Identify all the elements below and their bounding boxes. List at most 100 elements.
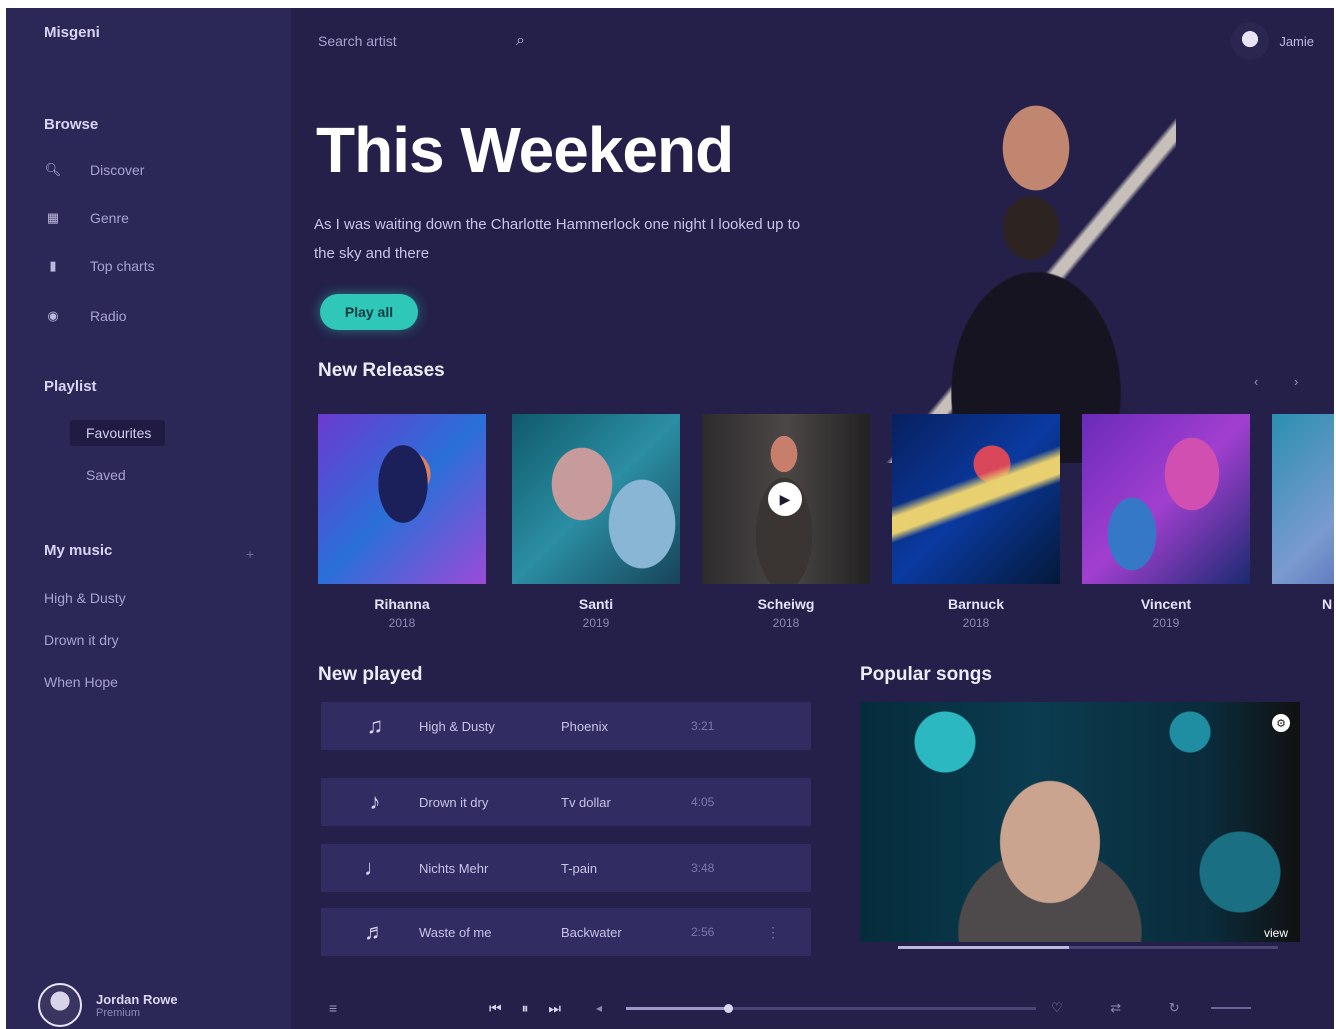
- queue-icon[interactable]: ≡: [329, 1000, 337, 1016]
- track-title: Nichts Mehr: [419, 860, 489, 876]
- album-card[interactable]: ▶ Scheiwg 2018: [702, 414, 870, 630]
- browse-heading: Browse: [44, 116, 99, 133]
- drummer-icon: ♪: [369, 789, 381, 814]
- playlist-item-favourites[interactable]: Favourites: [70, 420, 166, 446]
- mymusic-heading: My music: [44, 542, 113, 559]
- player-extra-icons[interactable]: ♡ ⇄ ↻: [1051, 1000, 1202, 1016]
- mymusic-item[interactable]: Drown it dry: [44, 632, 119, 648]
- track-duration: 3:48: [691, 861, 715, 875]
- album-name: Vincent: [1140, 596, 1192, 612]
- progress-fill: [626, 1003, 733, 1013]
- album-card[interactable]: Rihanna 2018: [318, 414, 486, 630]
- album-name: Rihanna: [374, 596, 430, 612]
- album-year: 2018: [772, 616, 800, 630]
- music-app: Misgeni Browse 🔍︎ Discover ▦ Genre ▮ Top…: [6, 8, 1334, 1029]
- volume-icon[interactable]: ◂: [596, 1001, 602, 1015]
- track-title: Waste of me: [419, 924, 492, 940]
- album-name: N: [1322, 596, 1333, 612]
- sidebar-item-radio[interactable]: ◉ Radio: [44, 304, 127, 328]
- album-card[interactable]: Barnuck 2018: [892, 414, 1060, 630]
- sidebar-item-top-charts[interactable]: ▮ Top charts: [44, 254, 155, 278]
- album-cover: [512, 414, 680, 584]
- album-year: 2019: [582, 616, 610, 630]
- album-cover: [892, 414, 1060, 584]
- profile-name: Jamie: [1279, 33, 1314, 49]
- table-row[interactable]: ♩ Nichts Mehr T-pain 3:48: [321, 844, 811, 892]
- track-artist: Tv dollar: [561, 794, 611, 810]
- player-bar: ≡ ⏮ ⏸ ⏭ ◂ ♡ ⇄ ↻: [291, 987, 1334, 1029]
- progress-knob[interactable]: [723, 1003, 733, 1013]
- track-duration: 4:05: [691, 795, 715, 809]
- app-brand[interactable]: Misgeni: [44, 24, 100, 41]
- grid-icon: ▦: [46, 210, 60, 225]
- sidebar-item-label: Genre: [90, 210, 129, 226]
- popular-progress-bar[interactable]: [898, 946, 1278, 949]
- user-info: Jordan Rowe Premium: [96, 992, 178, 1019]
- sidebar-item-label: Top charts: [90, 258, 155, 274]
- recently-played-title: New played: [318, 664, 423, 685]
- table-row[interactable]: ♫ High & Dusty Phoenix 3:21: [321, 702, 811, 750]
- volume-slider[interactable]: [1211, 1007, 1251, 1009]
- album-year: 2018: [962, 616, 990, 630]
- user-subscription: Premium: [96, 1006, 141, 1019]
- track-duration: 2:56: [691, 925, 715, 939]
- album-cover: [1082, 414, 1250, 584]
- guitarist-icon: ♫: [366, 713, 384, 738]
- progress-fill: [898, 946, 1069, 949]
- table-row[interactable]: ♬ Waste of me Backwater 2:56 ⋮: [321, 908, 811, 956]
- album-year: 2019: [1152, 616, 1180, 630]
- user-name: Jordan Rowe: [96, 991, 178, 1007]
- user-profile[interactable]: Jordan Rowe Premium: [38, 981, 178, 1029]
- sidebar-item-genre[interactable]: ▦ Genre: [44, 206, 129, 230]
- playback-progress-slider[interactable]: [626, 1003, 1036, 1013]
- table-row[interactable]: ♪ Drown it dry Tv dollar 4:05: [321, 778, 811, 826]
- popular-songs-title: Popular songs: [860, 664, 992, 685]
- play-all-button[interactable]: Play all: [320, 294, 418, 330]
- sidebar: Misgeni Browse 🔍︎ Discover ▦ Genre ▮ Top…: [6, 8, 291, 1029]
- search-placeholder: Search artist: [318, 33, 397, 49]
- search-icon: 🔍︎: [44, 162, 62, 177]
- more-icon[interactable]: ⋮: [766, 924, 780, 941]
- mymusic-item[interactable]: When Hope: [44, 674, 118, 690]
- playlist-heading: Playlist: [44, 378, 97, 395]
- album-name: Scheiwg: [757, 596, 815, 612]
- settings-icon[interactable]: ⚙: [1272, 714, 1290, 732]
- album-card[interactable]: N: [1272, 414, 1334, 612]
- radio-icon: ◉: [47, 308, 59, 323]
- sidebar-item-label: Discover: [90, 162, 145, 178]
- playlist-item-saved[interactable]: Saved: [70, 462, 140, 488]
- album-card[interactable]: Santi 2019: [512, 414, 680, 630]
- profile-menu[interactable]: Jamie: [1231, 22, 1314, 60]
- hero-title: This Weekend: [316, 114, 734, 186]
- search-input[interactable]: Search artist ⌕: [306, 26, 536, 56]
- album-name: Santi: [578, 596, 614, 612]
- track-artist: Backwater: [561, 924, 622, 940]
- track-artist: T-pain: [561, 860, 598, 876]
- playback-controls[interactable]: ⏮ ⏸ ⏭: [489, 1000, 569, 1017]
- add-music-button[interactable]: +: [246, 546, 254, 562]
- album-cover: [318, 414, 486, 584]
- avatar: [1231, 22, 1270, 60]
- search-icon[interactable]: ⌕: [516, 32, 525, 50]
- new-releases-title: New Releases: [318, 360, 445, 381]
- album-year: 2018: [388, 616, 416, 630]
- sidebar-item-discover[interactable]: 🔍︎ Discover: [44, 158, 145, 182]
- album-name: Barnuck: [947, 596, 1005, 612]
- bassist-icon: ♬: [364, 919, 386, 944]
- view-link[interactable]: view: [1264, 926, 1288, 940]
- track-artist: Phoenix: [561, 718, 608, 734]
- hero-description: As I was waiting down the Charlotte Hamm…: [314, 216, 801, 262]
- mymusic-item[interactable]: High & Dusty: [44, 590, 126, 606]
- avatar: [38, 983, 82, 1027]
- popular-song-video[interactable]: ⚙ view: [860, 702, 1300, 942]
- track-title: Drown it dry: [419, 794, 489, 810]
- album-cover: [1272, 414, 1334, 584]
- sidebar-item-label: Radio: [90, 308, 127, 324]
- album-cover: ▶: [702, 414, 870, 584]
- track-duration: 3:21: [691, 719, 715, 733]
- album-card[interactable]: Vincent 2019: [1082, 414, 1250, 630]
- play-icon[interactable]: ▶: [768, 482, 802, 516]
- carousel-arrows[interactable]: ‹ ›: [1254, 374, 1314, 389]
- chart-icon: ▮: [49, 258, 57, 273]
- track-title: High & Dusty: [419, 718, 495, 734]
